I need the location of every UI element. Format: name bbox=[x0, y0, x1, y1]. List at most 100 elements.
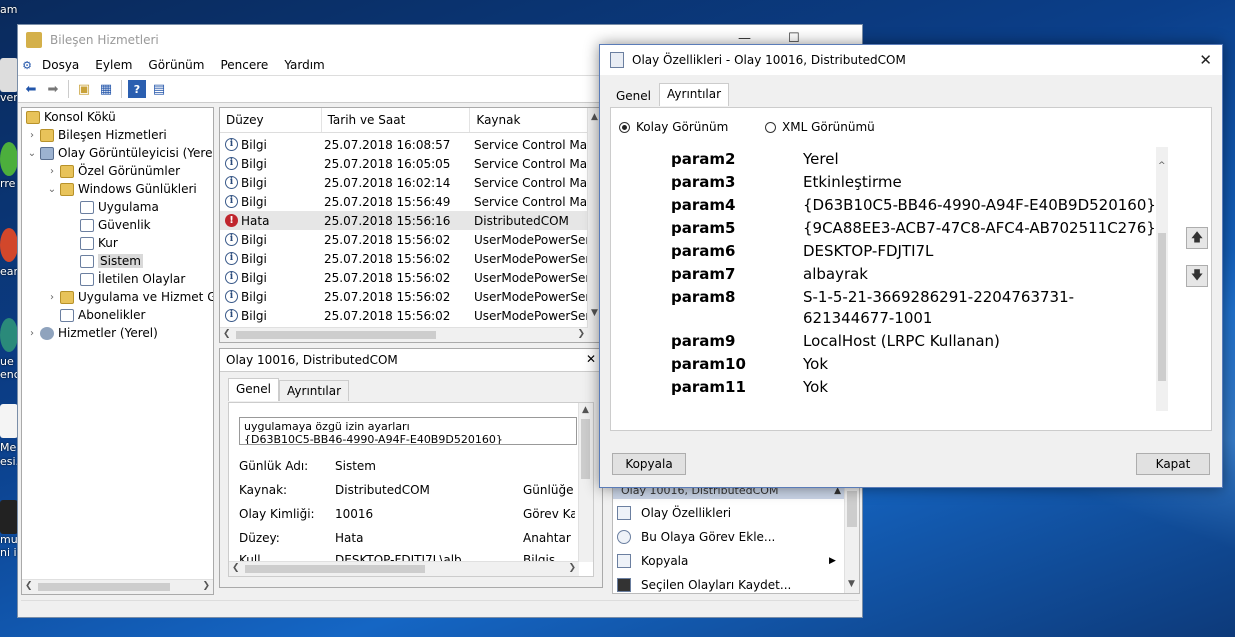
tree-node-application[interactable]: Uygulama bbox=[78, 198, 159, 216]
app-icon[interactable] bbox=[0, 500, 18, 534]
folder-icon bbox=[60, 290, 74, 304]
tree-node-custom-views[interactable]: › Özel Görünümler bbox=[46, 162, 180, 180]
scrollbar-thumb[interactable] bbox=[236, 331, 436, 339]
tab-general[interactable]: Genel bbox=[608, 85, 660, 106]
scroll-up-icon[interactable]: ▲ bbox=[591, 112, 598, 122]
copy-button[interactable]: Kopyala bbox=[612, 453, 686, 475]
scroll-down-icon[interactable]: ▼ bbox=[848, 579, 855, 589]
scrollbar-thumb[interactable] bbox=[581, 419, 590, 479]
field-value: Sistem bbox=[335, 459, 376, 473]
table-row[interactable]: i Bilgi 25.07.2018 15:56:02 UserModePowerSe… bbox=[220, 268, 588, 287]
desktop-file-icon[interactable] bbox=[0, 58, 18, 92]
scrollbar-thumb[interactable] bbox=[1158, 233, 1166, 381]
tree-node-services[interactable]: › Hizmetler (Yerel) bbox=[26, 324, 158, 342]
chevron-down-icon[interactable]: ⌄ bbox=[26, 148, 38, 159]
scrollbar-thumb[interactable] bbox=[847, 491, 857, 527]
table-row[interactable]: i Bilgi 25.07.2018 16:02:14 Service Control… bbox=[220, 173, 588, 192]
scrollbar-thumb[interactable] bbox=[38, 583, 170, 591]
log-icon bbox=[80, 272, 94, 286]
tree-node-windows-logs[interactable]: ⌄ Windows Günlükleri bbox=[46, 180, 197, 198]
event-viewer-icon bbox=[40, 146, 54, 160]
table-row[interactable]: i Bilgi 25.07.2018 15:56:02 UserModePowerSe… bbox=[220, 249, 588, 268]
detail-body: uygulamaya özgü izin ayarları {D63B10C5-… bbox=[228, 402, 594, 577]
action-event-properties[interactable]: Olay Özellikleri bbox=[617, 503, 731, 523]
help-icon[interactable]: ? bbox=[128, 80, 146, 98]
radio-xml-view[interactable]: XML Görünümü bbox=[765, 120, 875, 134]
document-icon[interactable] bbox=[0, 404, 18, 438]
params-scrollbar[interactable]: ^ bbox=[1156, 147, 1168, 411]
field-value: Hata bbox=[335, 531, 364, 545]
scroll-right-icon[interactable]: ❯ bbox=[577, 329, 585, 339]
system-menu-icon[interactable]: ⚙ bbox=[20, 56, 34, 74]
close-button[interactable]: Kapat bbox=[1136, 453, 1210, 475]
app-icon[interactable] bbox=[0, 318, 18, 352]
scroll-right-icon[interactable]: ❯ bbox=[568, 563, 576, 573]
tree-horizontal-scrollbar[interactable]: ❮ ❯ bbox=[22, 579, 213, 594]
list-horizontal-scrollbar[interactable]: ❮ ❯ bbox=[220, 327, 588, 342]
table-row[interactable]: i Bilgi 25.07.2018 15:56:02 UserModePowerSe… bbox=[220, 306, 588, 325]
tab-details[interactable]: Ayrıntılar bbox=[659, 83, 730, 106]
action-save-selected[interactable]: Seçilen Olayları Kaydet... bbox=[617, 575, 791, 593]
ccleaner-icon[interactable] bbox=[0, 228, 18, 262]
chevron-right-icon[interactable]: › bbox=[46, 292, 58, 303]
scroll-left-icon[interactable]: ❮ bbox=[232, 563, 240, 573]
tab-details[interactable]: Ayrıntılar bbox=[279, 380, 350, 401]
up-folder-icon[interactable]: ▣ bbox=[75, 80, 93, 98]
tree-node-app-service-logs[interactable]: ›Uygulama ve Hizmet Gün bbox=[46, 288, 213, 306]
tree-node-forwarded-events[interactable]: İletilen Olaylar bbox=[78, 270, 185, 288]
forward-arrow-icon[interactable]: ➡ bbox=[44, 80, 62, 98]
previous-event-button[interactable]: 🡅 bbox=[1186, 227, 1208, 249]
action-copy[interactable]: Kopyala ▶ bbox=[617, 551, 836, 571]
column-header-source[interactable]: Kaynak bbox=[470, 108, 588, 132]
column-header-date[interactable]: Tarih ve Saat bbox=[322, 108, 471, 132]
table-row[interactable]: i Bilgi 25.07.2018 15:56:49 Service Control… bbox=[220, 192, 588, 211]
menu-action[interactable]: Eylem bbox=[87, 58, 140, 72]
radio-friendly-view[interactable]: Kolay Görünüm bbox=[619, 120, 728, 134]
menu-window[interactable]: Pencere bbox=[212, 58, 276, 72]
tab-general[interactable]: Genel bbox=[228, 378, 280, 401]
chevron-right-icon[interactable]: › bbox=[26, 328, 38, 339]
tree-node-setup[interactable]: Kur bbox=[78, 234, 118, 252]
scrollbar-thumb[interactable] bbox=[245, 565, 425, 573]
scroll-up-icon[interactable]: ^ bbox=[1158, 161, 1166, 171]
log-icon bbox=[80, 218, 94, 232]
close-icon[interactable]: ✕ bbox=[1199, 51, 1212, 69]
menu-help[interactable]: Yardım bbox=[276, 58, 332, 72]
tree-node-subscriptions[interactable]: Abonelikler bbox=[58, 306, 145, 324]
log-icon bbox=[80, 236, 94, 250]
actions-scrollbar[interactable]: ▼ bbox=[844, 483, 859, 593]
action-attach-task[interactable]: Bu Olaya Görev Ekle... bbox=[617, 527, 775, 547]
utorrent-icon[interactable] bbox=[0, 142, 18, 176]
scroll-left-icon[interactable]: ❮ bbox=[25, 581, 33, 591]
close-icon[interactable]: ✕ bbox=[586, 352, 596, 366]
tree-node-security[interactable]: Güvenlik bbox=[78, 216, 151, 234]
chevron-down-icon[interactable]: ⌄ bbox=[46, 184, 58, 195]
chevron-right-icon[interactable]: › bbox=[26, 130, 38, 141]
detail-horizontal-scrollbar[interactable]: ❮ ❯ bbox=[229, 561, 579, 576]
next-event-button[interactable]: 🡇 bbox=[1186, 265, 1208, 287]
menu-file[interactable]: Dosya bbox=[34, 58, 87, 72]
event-description[interactable]: uygulamaya özgü izin ayarları {D63B10C5-… bbox=[239, 417, 577, 445]
chevron-right-icon[interactable]: › bbox=[46, 166, 58, 177]
table-row-selected[interactable]: ! Hata 25.07.2018 15:56:16 DistributedCOM bbox=[220, 211, 588, 230]
detail-vertical-scrollbar[interactable]: ▲ bbox=[578, 403, 593, 562]
scroll-up-icon[interactable]: ▲ bbox=[582, 405, 589, 415]
table-row[interactable]: i Bilgi 25.07.2018 15:56:02 UserModePowerSe… bbox=[220, 287, 588, 306]
column-header-level[interactable]: Düzey bbox=[220, 108, 322, 132]
table-row[interactable]: i Bilgi 25.07.2018 15:56:02 UserModePowerSe… bbox=[220, 230, 588, 249]
event-params-view[interactable]: param2 Yerel param3 Etkinleştirme param4 {D… bbox=[626, 147, 1156, 411]
dialog-titlebar[interactable]: Olay Özellikleri - Olay 10016, Distribut… bbox=[600, 45, 1222, 75]
back-arrow-icon[interactable]: ⬅ bbox=[22, 80, 40, 98]
scroll-right-icon[interactable]: ❯ bbox=[202, 581, 210, 591]
tree-node-component-services[interactable]: › Bileşen Hizmetleri bbox=[26, 126, 167, 144]
scroll-down-icon[interactable]: ▼ bbox=[591, 308, 598, 318]
table-row[interactable]: i Bilgi 25.07.2018 16:08:57 Service Control… bbox=[220, 135, 588, 154]
table-row[interactable]: i Bilgi 25.07.2018 16:05:05 Service Control… bbox=[220, 154, 588, 173]
tree-node-console-root[interactable]: Konsol Kökü bbox=[24, 108, 116, 126]
show-hide-tree-icon[interactable]: ▦ bbox=[97, 80, 115, 98]
show-action-pane-icon[interactable]: ▤ bbox=[150, 80, 168, 98]
tree-node-event-viewer[interactable]: ⌄ Olay Görüntüleyicisi (Yerel) bbox=[26, 144, 213, 162]
tree-node-system[interactable]: Sistem bbox=[78, 252, 143, 270]
scroll-left-icon[interactable]: ❮ bbox=[223, 329, 231, 339]
menu-view[interactable]: Görünüm bbox=[140, 58, 212, 72]
